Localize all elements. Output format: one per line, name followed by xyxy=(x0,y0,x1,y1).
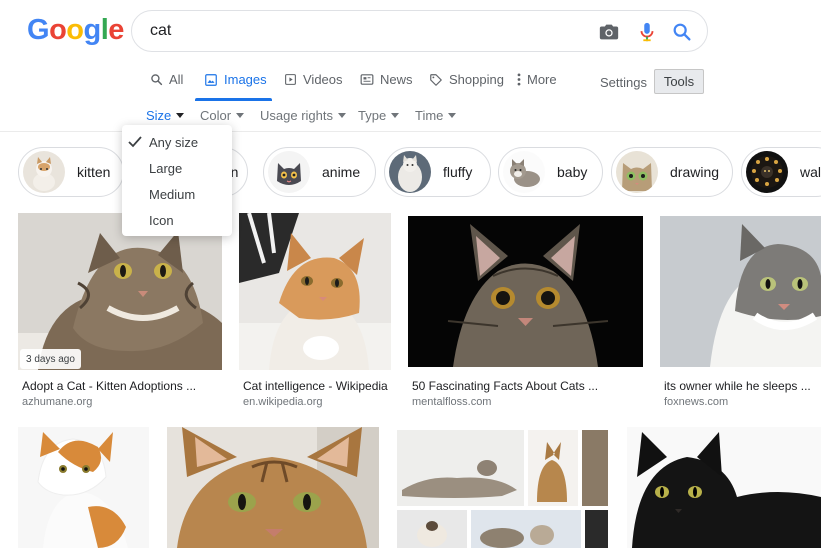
image-result[interactable] xyxy=(397,430,608,548)
chip-drawing[interactable]: drawing xyxy=(611,147,733,197)
tab-videos[interactable]: Videos xyxy=(284,72,343,87)
search-input[interactable] xyxy=(150,22,570,40)
filter-label: Color xyxy=(200,108,232,123)
chip-wallpaper[interactable]: wal xyxy=(741,147,821,197)
result-image[interactable] xyxy=(18,427,149,548)
result-source[interactable]: foxnews.com xyxy=(664,396,728,408)
image-result[interactable] xyxy=(167,427,379,548)
result-source[interactable]: mentalfloss.com xyxy=(412,396,491,408)
chip-label: anime xyxy=(322,164,361,180)
tab-news[interactable]: News xyxy=(360,72,413,87)
image-result[interactable]: 50 Fascinating Facts About Cats ... ment… xyxy=(408,216,643,416)
kebab-icon xyxy=(517,73,521,86)
logo-letter: o xyxy=(49,14,67,46)
size-option-icon[interactable]: Icon xyxy=(149,213,174,228)
chevron-down-icon xyxy=(391,113,400,118)
filter-size[interactable]: Size xyxy=(146,108,185,123)
result-image[interactable] xyxy=(627,427,821,548)
camera-icon[interactable] xyxy=(598,21,620,43)
result-source[interactable]: azhumane.org xyxy=(22,396,92,408)
chip-label: kitten xyxy=(77,164,111,180)
chip-kitten[interactable]: kitten xyxy=(18,147,124,197)
size-option-medium[interactable]: Medium xyxy=(149,187,195,202)
result-image[interactable] xyxy=(408,216,643,367)
size-option-any[interactable]: Any size xyxy=(149,135,198,150)
chip-thumbnail xyxy=(746,151,788,193)
chevron-down-icon xyxy=(176,113,185,118)
active-tab-indicator xyxy=(195,98,272,101)
tab-label: Videos xyxy=(303,72,343,87)
image-result[interactable]: its owner while he sleeps ... foxnews.co… xyxy=(660,216,821,416)
result-title[interactable]: 50 Fascinating Facts About Cats ... xyxy=(412,379,598,393)
google-images-page: Google All Images xyxy=(0,0,821,548)
search-icon xyxy=(151,74,163,86)
tab-all[interactable]: All xyxy=(150,72,183,87)
image-icon xyxy=(205,73,217,86)
search-box xyxy=(131,10,708,52)
play-icon xyxy=(285,74,296,85)
settings-link[interactable]: Settings xyxy=(600,75,647,90)
chip-label: drawing xyxy=(670,164,720,180)
chip-thumbnail xyxy=(389,151,431,193)
newspaper-icon xyxy=(360,74,374,85)
result-image[interactable] xyxy=(167,427,379,548)
chip-anime[interactable]: anime xyxy=(263,147,376,197)
tools-button[interactable]: Tools xyxy=(654,69,704,94)
filter-label: Type xyxy=(358,108,387,123)
tab-shopping[interactable]: Shopping xyxy=(429,72,504,87)
chip-baby[interactable]: baby xyxy=(498,147,603,197)
image-result[interactable] xyxy=(18,427,149,548)
tab-label: Images xyxy=(224,72,267,87)
filter-color[interactable]: Color xyxy=(200,108,245,123)
filter-type[interactable]: Type xyxy=(358,108,400,123)
tab-label: More xyxy=(527,72,557,87)
image-result[interactable]: 3 days ago Adopt a Cat - Kitten Adoption… xyxy=(18,213,222,413)
filter-label: Size xyxy=(146,108,172,123)
result-title[interactable]: Cat intelligence - Wikipedia xyxy=(243,379,388,393)
logo-letter: o xyxy=(66,14,84,46)
result-title[interactable]: its owner while he sleeps ... xyxy=(664,379,811,393)
filter-label: Time xyxy=(415,108,444,123)
google-logo[interactable]: Google xyxy=(27,14,124,47)
chip-fluffy[interactable]: fluffy xyxy=(384,147,491,197)
tab-label: Shopping xyxy=(449,72,504,87)
tag-icon xyxy=(430,73,442,86)
chip-label: wal xyxy=(800,164,821,180)
size-dropdown-menu: Any size Large Medium Icon xyxy=(122,125,232,236)
chip-thumbnail xyxy=(268,151,310,193)
result-image[interactable] xyxy=(397,430,608,548)
result-image[interactable] xyxy=(660,216,821,367)
check-icon xyxy=(128,136,142,148)
chip-label: fluffy xyxy=(443,164,473,180)
tab-label: News xyxy=(380,72,413,87)
filter-usage-rights[interactable]: Usage rights xyxy=(260,108,346,123)
image-result[interactable]: Cat intelligence - Wikipedia en.wikipedi… xyxy=(239,213,391,413)
filter-label: Usage rights xyxy=(260,108,333,123)
result-image[interactable] xyxy=(18,213,222,370)
image-result[interactable] xyxy=(627,427,821,548)
result-image[interactable] xyxy=(239,213,391,370)
chevron-down-icon xyxy=(337,113,346,118)
chevron-down-icon xyxy=(236,113,245,118)
time-badge: 3 days ago xyxy=(20,349,81,369)
filter-time[interactable]: Time xyxy=(415,108,457,123)
size-option-large[interactable]: Large xyxy=(149,161,182,176)
logo-letter: g xyxy=(83,14,102,46)
logo-letter: l xyxy=(100,14,109,46)
chevron-down-icon xyxy=(448,113,457,118)
tab-label: All xyxy=(169,72,184,87)
microphone-icon[interactable] xyxy=(636,21,658,43)
result-title[interactable]: Adopt a Cat - Kitten Adoptions ... xyxy=(22,379,196,393)
logo-letter: G xyxy=(27,14,50,46)
logo-letter: e xyxy=(108,14,124,46)
tab-more[interactable]: More xyxy=(517,72,557,87)
tab-images[interactable]: Images xyxy=(204,72,267,87)
chip-thumbnail xyxy=(23,151,65,193)
chip-thumbnail xyxy=(616,151,658,193)
result-source[interactable]: en.wikipedia.org xyxy=(243,396,323,408)
search-icon[interactable] xyxy=(671,21,693,43)
chip-thumbnail xyxy=(503,151,545,193)
chip-label: baby xyxy=(557,164,588,180)
